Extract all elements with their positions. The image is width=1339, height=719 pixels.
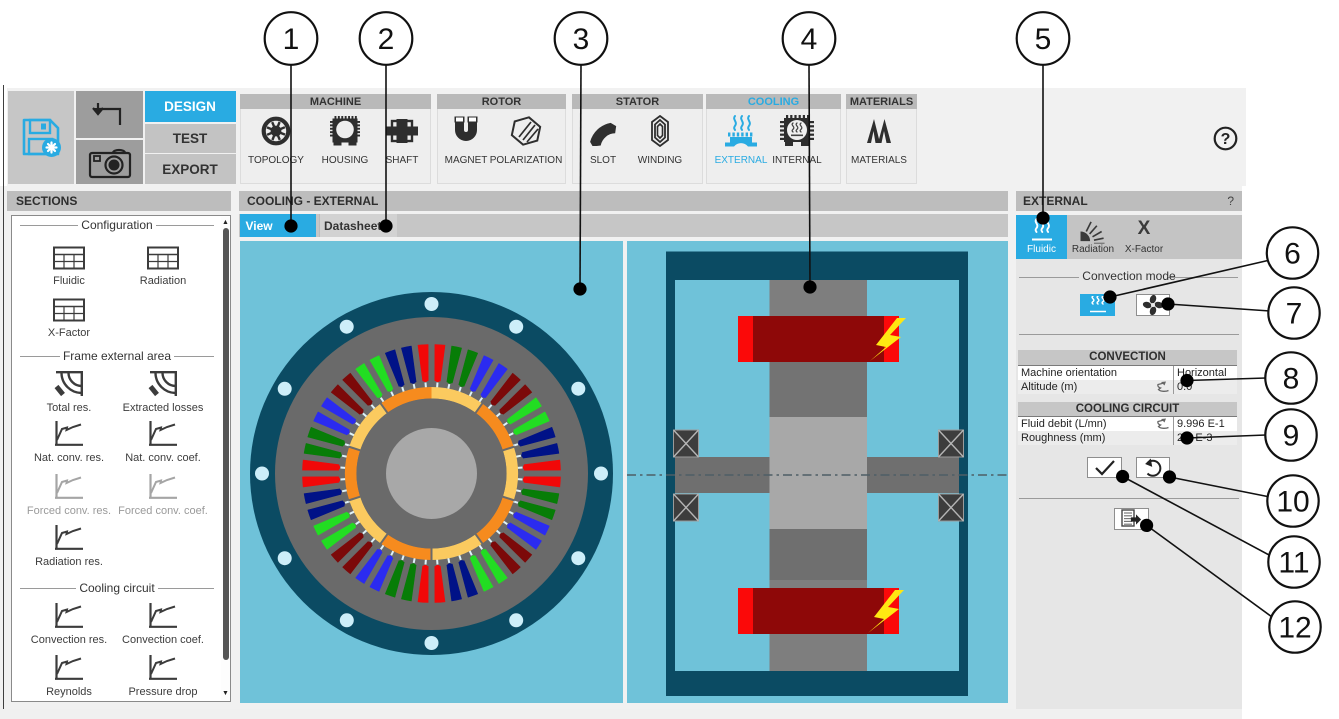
svg-text:2: 2 — [378, 23, 395, 56]
svg-text:6: 6 — [1284, 238, 1301, 271]
svg-text:8: 8 — [1283, 363, 1300, 396]
svg-text:5: 5 — [1035, 23, 1052, 56]
svg-text:1: 1 — [283, 23, 300, 56]
svg-text:11: 11 — [1278, 547, 1309, 580]
svg-text:10: 10 — [1276, 486, 1309, 519]
svg-text:7: 7 — [1286, 298, 1303, 331]
svg-text:?: ? — [1221, 131, 1231, 148]
svg-text:3: 3 — [573, 23, 590, 56]
svg-text:4: 4 — [801, 23, 818, 56]
svg-text:9: 9 — [1283, 420, 1300, 453]
svg-text:12: 12 — [1278, 612, 1311, 645]
